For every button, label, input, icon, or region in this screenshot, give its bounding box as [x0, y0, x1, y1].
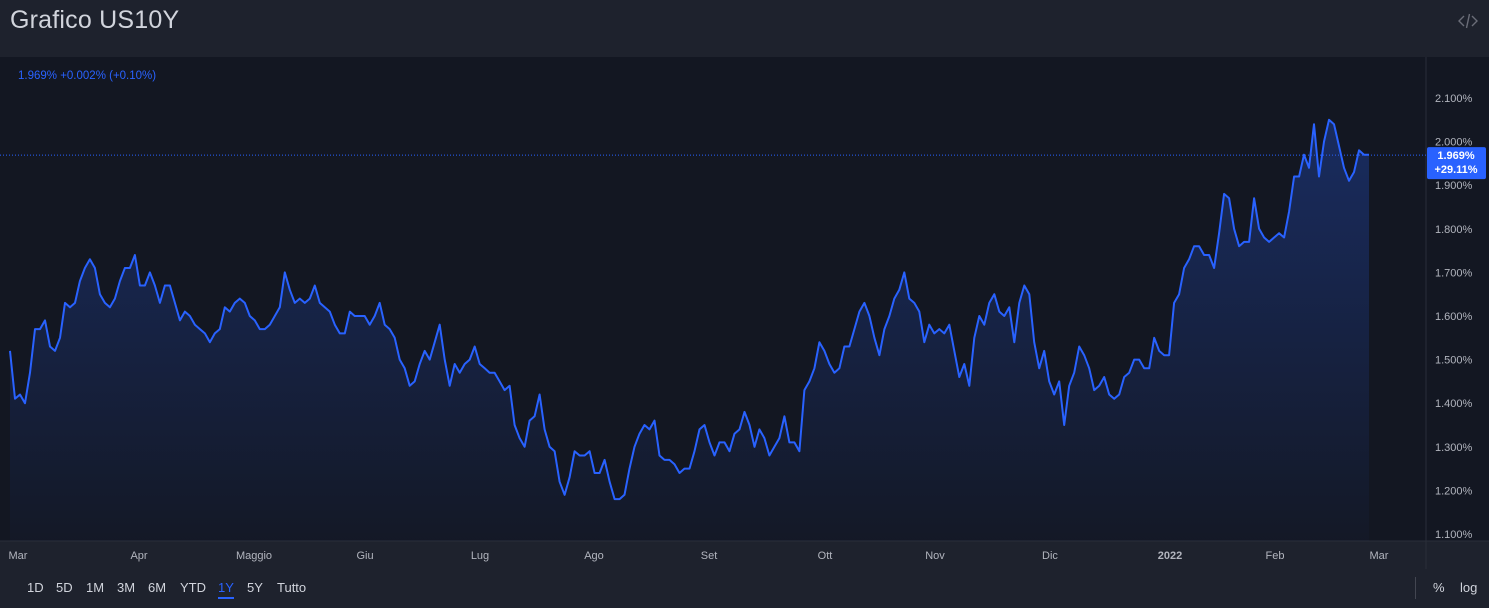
y-tick-label: 1.100%	[1435, 529, 1473, 541]
last-price-change: +29.11%	[1434, 164, 1477, 176]
toolbar-separator	[1415, 577, 1416, 599]
x-tick-label: Feb	[1266, 550, 1285, 562]
legend-value: 1.969% +0.002% (+0.10%)	[18, 70, 157, 82]
range-toolbar: 1D 5D 1M 3M 6M YTD 1Y 5Y Tutto % log	[0, 569, 1489, 608]
percent-scale-button[interactable]: %	[1433, 580, 1445, 595]
x-tick-label: Lug	[471, 550, 489, 562]
x-tick-label: Mar	[9, 550, 28, 562]
range-button-5y[interactable]: 5Y	[247, 580, 263, 597]
range-button-1d[interactable]: 1D	[27, 580, 44, 597]
y-tick-label: 1.500%	[1435, 355, 1473, 367]
log-scale-button[interactable]: log	[1460, 580, 1477, 595]
chart-title: Grafico US10Y	[10, 6, 180, 34]
range-button-tutto[interactable]: Tutto	[277, 580, 306, 597]
x-tick-label: 2022	[1158, 550, 1182, 562]
y-tick-label: 1.300%	[1435, 442, 1473, 454]
y-tick-label: 1.400%	[1435, 398, 1473, 410]
range-button-1m[interactable]: 1M	[86, 580, 104, 597]
y-tick-label: 1.900%	[1435, 180, 1473, 192]
range-button-5d[interactable]: 5D	[56, 580, 73, 597]
last-price-label: 1.969% +29.11%	[1427, 147, 1486, 180]
x-tick-label: Dic	[1042, 550, 1058, 562]
range-button-6m[interactable]: 6M	[148, 580, 166, 597]
range-button-ytd[interactable]: YTD	[180, 580, 206, 597]
y-tick-label: 1.700%	[1435, 267, 1473, 279]
x-tick-label: Ott	[818, 550, 833, 562]
y-tick-label: 2.100%	[1435, 93, 1473, 105]
y-tick-label: 1.800%	[1435, 224, 1473, 236]
y-tick-label: 1.600%	[1435, 311, 1473, 323]
y-tick-label: 1.200%	[1435, 485, 1473, 497]
x-tick-label: Apr	[130, 550, 147, 562]
last-price-value: 1.969%	[1437, 150, 1475, 162]
y-tick-label: 2.000%	[1435, 137, 1473, 149]
x-tick-label: Mar	[1370, 550, 1389, 562]
price-axis-background	[1426, 57, 1489, 541]
range-button-3m[interactable]: 3M	[117, 580, 135, 597]
x-tick-label: Giu	[356, 550, 373, 562]
range-button-1y[interactable]: 1Y	[218, 580, 234, 599]
code-embed-icon[interactable]	[1457, 10, 1479, 32]
chart-area[interactable]: Mar Apr Maggio Giu Lug Ago Set Ott Nov Dic 2022 Feb…	[0, 57, 1489, 569]
x-tick-label: Nov	[925, 550, 945, 562]
x-tick-label: Ago	[584, 550, 604, 562]
x-tick-label: Maggio	[236, 550, 272, 562]
x-tick-label: Set	[701, 550, 718, 562]
